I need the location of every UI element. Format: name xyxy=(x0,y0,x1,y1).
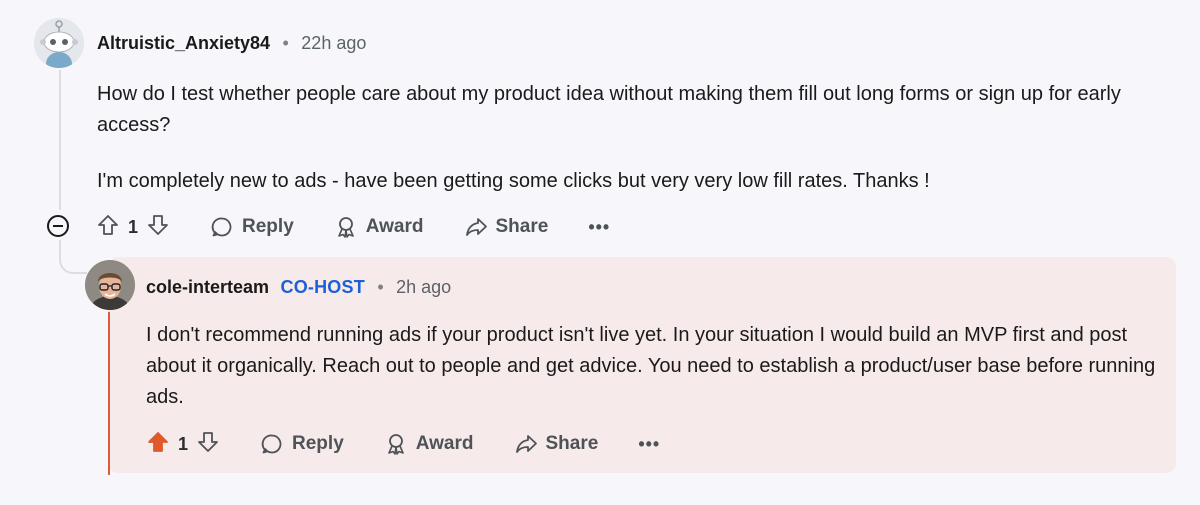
reply-label: Reply xyxy=(242,216,294,237)
comment-bubble-icon xyxy=(211,217,232,237)
comment-action-bar: 1 Reply Award Share ••• xyxy=(96,211,610,243)
comment-paragraph: I'm completely new to ads - have been ge… xyxy=(97,170,930,192)
more-options-button[interactable]: ••• xyxy=(638,434,660,455)
separator-dot: • xyxy=(282,33,289,53)
downvote-icon[interactable] xyxy=(146,213,170,242)
more-options-button[interactable]: ••• xyxy=(588,217,610,238)
award-button[interactable]: Award xyxy=(384,432,474,456)
separator-dot: • xyxy=(377,277,384,297)
reply-text: I don't recommend running ads if your pr… xyxy=(146,324,1156,408)
share-icon xyxy=(465,218,487,236)
thread-line xyxy=(59,70,61,210)
comment-author[interactable]: Altruistic_Anxiety84 xyxy=(97,33,270,53)
share-label: Share xyxy=(495,216,549,237)
reply-button[interactable]: Reply xyxy=(210,215,294,239)
reply-timestamp[interactable]: 2h ago xyxy=(396,277,451,297)
cohost-badge: CO-HOST xyxy=(280,277,365,297)
reply-header: cole-interteam CO-HOST • 2h ago xyxy=(146,277,451,298)
award-button[interactable]: Award xyxy=(334,215,424,239)
reply-author[interactable]: cole-interteam xyxy=(146,277,269,297)
avatar-snoo[interactable] xyxy=(34,18,84,68)
reply-connector-line xyxy=(59,240,87,274)
vote-count: 1 xyxy=(178,433,189,454)
comment-timestamp[interactable]: 22h ago xyxy=(301,33,366,53)
avatar-photo[interactable] xyxy=(85,260,135,310)
upvote-active-icon[interactable] xyxy=(146,430,170,459)
collapse-thread-button[interactable] xyxy=(47,215,69,237)
reply-button[interactable]: Reply xyxy=(260,432,344,456)
reply-label: Reply xyxy=(292,433,344,454)
award-icon xyxy=(337,217,354,238)
share-icon xyxy=(515,435,537,453)
vote-count: 1 xyxy=(128,216,139,237)
share-button[interactable]: Share xyxy=(514,432,599,456)
comment-paragraph: How do I test whether people care about … xyxy=(97,83,1121,136)
vote-group: 1 xyxy=(96,213,170,242)
comment-bubble-icon xyxy=(261,434,282,454)
downvote-icon[interactable] xyxy=(196,430,220,459)
reply-action-bar: 1 Reply Award Share ••• xyxy=(146,428,660,460)
reply-highlight-bar xyxy=(108,312,110,475)
share-label: Share xyxy=(545,433,599,454)
share-button[interactable]: Share xyxy=(464,215,549,239)
award-label: Award xyxy=(365,216,424,237)
award-label: Award xyxy=(415,433,474,454)
comment-header: Altruistic_Anxiety84 • 22h ago xyxy=(97,33,366,54)
award-icon xyxy=(387,434,404,455)
vote-group: 1 xyxy=(146,430,220,459)
upvote-icon[interactable] xyxy=(96,213,120,242)
